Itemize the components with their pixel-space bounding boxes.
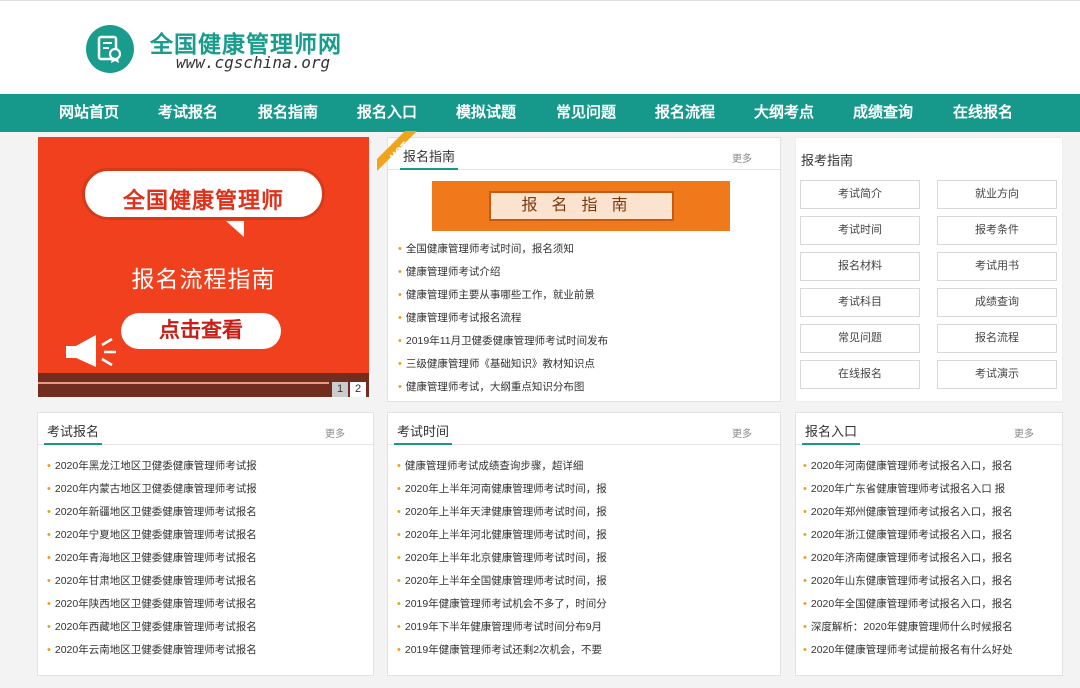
- list-item[interactable]: • 2020年上半年河北健康管理师考试时间，报: [397, 524, 607, 547]
- guide-btn-exam-time[interactable]: 考试时间: [800, 216, 920, 245]
- exam-time-panel: 考试时间 更多 • 健康管理师考试成绩查询步骤，超详细 • 2020年上半年河南健康…: [387, 412, 781, 676]
- list-item[interactable]: • 健康管理师考试，大纲重点知识分布图: [398, 376, 608, 399]
- list-item[interactable]: • 2020年广东省健康管理师考试报名入口 报: [803, 478, 1057, 501]
- slider-bar: [38, 373, 369, 397]
- more-link[interactable]: 更多: [732, 150, 752, 165]
- guide-btn-exam-intro[interactable]: 考试简介: [800, 180, 920, 209]
- side-guide-panel: 报考指南 考试简介 就业方向 考试时间 报考条件 报名材料 考试用书 考试科目 …: [795, 137, 1063, 402]
- panel-title: 考试时间: [394, 421, 453, 445]
- guide-btn-materials[interactable]: 报名材料: [800, 252, 920, 281]
- banner-headline: 全国健康管理师: [122, 188, 284, 213]
- nav-mock-exam[interactable]: 模拟试题: [456, 94, 516, 132]
- panel-header: 报名指南 更多: [388, 138, 780, 170]
- list-item[interactable]: • 健康管理师考试报名流程: [398, 307, 608, 330]
- nav-online-registration[interactable]: 在线报名: [953, 94, 1013, 132]
- list-item[interactable]: • 2020年云南地区卫健委健康管理师考试报名: [47, 639, 257, 662]
- guide-btn-demo[interactable]: 考试演示: [937, 360, 1057, 389]
- list-item[interactable]: • 2020年甘肃地区卫健委健康管理师考试报名: [47, 570, 257, 593]
- panel-header: 报名入口 更多: [796, 413, 1062, 445]
- list-item[interactable]: • 2020年黑龙江地区卫健委健康管理师考试报: [47, 455, 257, 478]
- list-item[interactable]: • 2020年上半年河南健康管理师考试时间，报: [397, 478, 607, 501]
- registration-entry-panel: 报名入口 更多 • 2020年河南健康管理师考试报名入口，报名 • 2020年广东省…: [795, 412, 1063, 676]
- list-item[interactable]: • 2019年下半年健康管理师考试时间分布9月: [397, 616, 607, 639]
- list-item[interactable]: • 2020年新疆地区卫健委健康管理师考试报名: [47, 501, 257, 524]
- nav-registration-guide[interactable]: 报名指南: [258, 94, 318, 132]
- list-item[interactable]: • 2019年健康管理师考试还剩2次机会，不要: [397, 639, 607, 662]
- guide-btn-score[interactable]: 成绩查询: [937, 288, 1057, 317]
- list-item[interactable]: • 2020年全国健康管理师考试报名入口，报名: [803, 593, 1057, 616]
- side-guide-title: 报考指南: [801, 153, 854, 168]
- list-item[interactable]: • 2020年上半年北京健康管理师考试时间，报: [397, 547, 607, 570]
- guide-banner-image[interactable]: 报名指南: [432, 181, 730, 231]
- registration-entry-list: • 2020年河南健康管理师考试报名入口，报名 • 2020年广东省健康管理师考试报…: [803, 455, 1057, 662]
- guide-btn-subjects[interactable]: 考试科目: [800, 288, 920, 317]
- list-item[interactable]: • 2019年健康管理师考试机会不多了，时间分: [397, 593, 607, 616]
- exam-registration-panel: 考试报名 更多 • 2020年黑龙江地区卫健委健康管理师考试报 • 2020年内蒙古…: [37, 412, 374, 676]
- list-item[interactable]: • 2020年内蒙古地区卫健委健康管理师考试报: [47, 478, 257, 501]
- list-item[interactable]: • 2020年上半年天津健康管理师考试时间，报: [397, 501, 607, 524]
- nav-syllabus[interactable]: 大纲考点: [754, 94, 814, 132]
- guide-btn-faq[interactable]: 常见问题: [800, 324, 920, 353]
- list-item[interactable]: • 健康管理师考试成绩查询步骤，超详细: [397, 455, 607, 478]
- nav-faq[interactable]: 常见问题: [556, 94, 616, 132]
- slide-dot-2[interactable]: 2: [350, 382, 366, 397]
- guide-btn-process[interactable]: 报名流程: [937, 324, 1057, 353]
- list-item[interactable]: • 2020年上半年全国健康管理师考试时间，报: [397, 570, 607, 593]
- nav-score-query[interactable]: 成绩查询: [853, 94, 913, 132]
- list-item[interactable]: • 健康管理师主要从事哪些工作，就业前景: [398, 284, 608, 307]
- guide-btn-requirements[interactable]: 报考条件: [937, 216, 1057, 245]
- promo-banner[interactable]: 全国健康管理师 报名流程指南 点击查看 1 2: [38, 137, 369, 397]
- more-link[interactable]: 更多: [1014, 425, 1034, 440]
- speech-bubble: 全国健康管理师: [85, 171, 322, 217]
- list-item[interactable]: • 2020年西藏地区卫健委健康管理师考试报名: [47, 616, 257, 639]
- guide-panel: 报名指南 更多 报名指南 • 全国健康管理师考试时间，报名须知 • 健康管理师考试介…: [387, 137, 781, 402]
- list-item[interactable]: • 2019年11月卫健委健康管理师考试时间发布: [398, 330, 608, 353]
- nav-exam-registration[interactable]: 考试报名: [158, 94, 218, 132]
- nav-registration-process[interactable]: 报名流程: [655, 94, 715, 132]
- guide-list: • 全国健康管理师考试时间，报名须知 • 健康管理师考试介绍 • 健康管理师主要从事哪…: [398, 238, 608, 399]
- list-item[interactable]: • 2020年郑州健康管理师考试报名入口，报名: [803, 501, 1057, 524]
- list-item[interactable]: • 2020年青海地区卫健委健康管理师考试报名: [47, 547, 257, 570]
- certificate-icon[interactable]: [86, 25, 134, 73]
- panel-title: 考试报名: [44, 421, 103, 445]
- list-item[interactable]: • 2020年济南健康管理师考试报名入口，报名: [803, 547, 1057, 570]
- panel-header: 考试报名 更多: [38, 413, 373, 445]
- list-item[interactable]: • 2020年山东健康管理师考试报名入口，报名: [803, 570, 1057, 593]
- slide-dot-1[interactable]: 1: [332, 382, 348, 397]
- list-item[interactable]: • 2020年健康管理师考试提前报名有什么好处: [803, 639, 1057, 662]
- view-button[interactable]: 点击查看: [121, 313, 281, 349]
- site-url[interactable]: www.cgschina.org: [176, 53, 330, 72]
- megaphone-icon: [66, 335, 116, 367]
- site-header: 全国健康管理师网 www.cgschina.org: [0, 0, 1080, 94]
- guide-btn-career[interactable]: 就业方向: [937, 180, 1057, 209]
- more-link[interactable]: 更多: [732, 425, 752, 440]
- banner-subtitle: 报名流程指南: [131, 266, 276, 292]
- exam-time-list: • 健康管理师考试成绩查询步骤，超详细 • 2020年上半年河南健康管理师考试时间，…: [397, 455, 607, 662]
- list-item[interactable]: • 2020年宁夏地区卫健委健康管理师考试报名: [47, 524, 257, 547]
- list-item[interactable]: • 全国健康管理师考试时间，报名须知: [398, 238, 608, 261]
- guide-btn-books[interactable]: 考试用书: [937, 252, 1057, 281]
- exam-registration-list: • 2020年黑龙江地区卫健委健康管理师考试报 • 2020年内蒙古地区卫健委健康管…: [47, 455, 257, 662]
- list-item[interactable]: • 三级健康管理师《基础知识》教材知识点: [398, 353, 608, 376]
- nav-home[interactable]: 网站首页: [59, 94, 119, 132]
- nav-registration-entry[interactable]: 报名入口: [357, 94, 417, 132]
- panel-title: 报名入口: [802, 421, 861, 445]
- panel-header: 考试时间 更多: [388, 413, 780, 445]
- hot-badge-text: HOT: [389, 140, 412, 163]
- list-item[interactable]: • 2020年陕西地区卫健委健康管理师考试报名: [47, 593, 257, 616]
- hot-badge-icon: HOT: [377, 131, 417, 171]
- list-item[interactable]: • 2020年浙江健康管理师考试报名入口，报名: [803, 524, 1057, 547]
- more-link[interactable]: 更多: [325, 425, 345, 440]
- list-item[interactable]: • 健康管理师考试介绍: [398, 261, 608, 284]
- list-item[interactable]: • 深度解析：2020年健康管理师什么时候报名: [803, 616, 1057, 639]
- guide-banner-text: 报名指南: [489, 191, 674, 221]
- guide-btn-online[interactable]: 在线报名: [800, 360, 920, 389]
- main-nav: 网站首页 考试报名 报名指南 报名入口 模拟试题 常见问题 报名流程 大纲考点 …: [0, 94, 1080, 132]
- speech-bubble-tail: [226, 221, 244, 237]
- slider-track: [38, 382, 329, 384]
- list-item[interactable]: • 2020年河南健康管理师考试报名入口，报名: [803, 455, 1057, 478]
